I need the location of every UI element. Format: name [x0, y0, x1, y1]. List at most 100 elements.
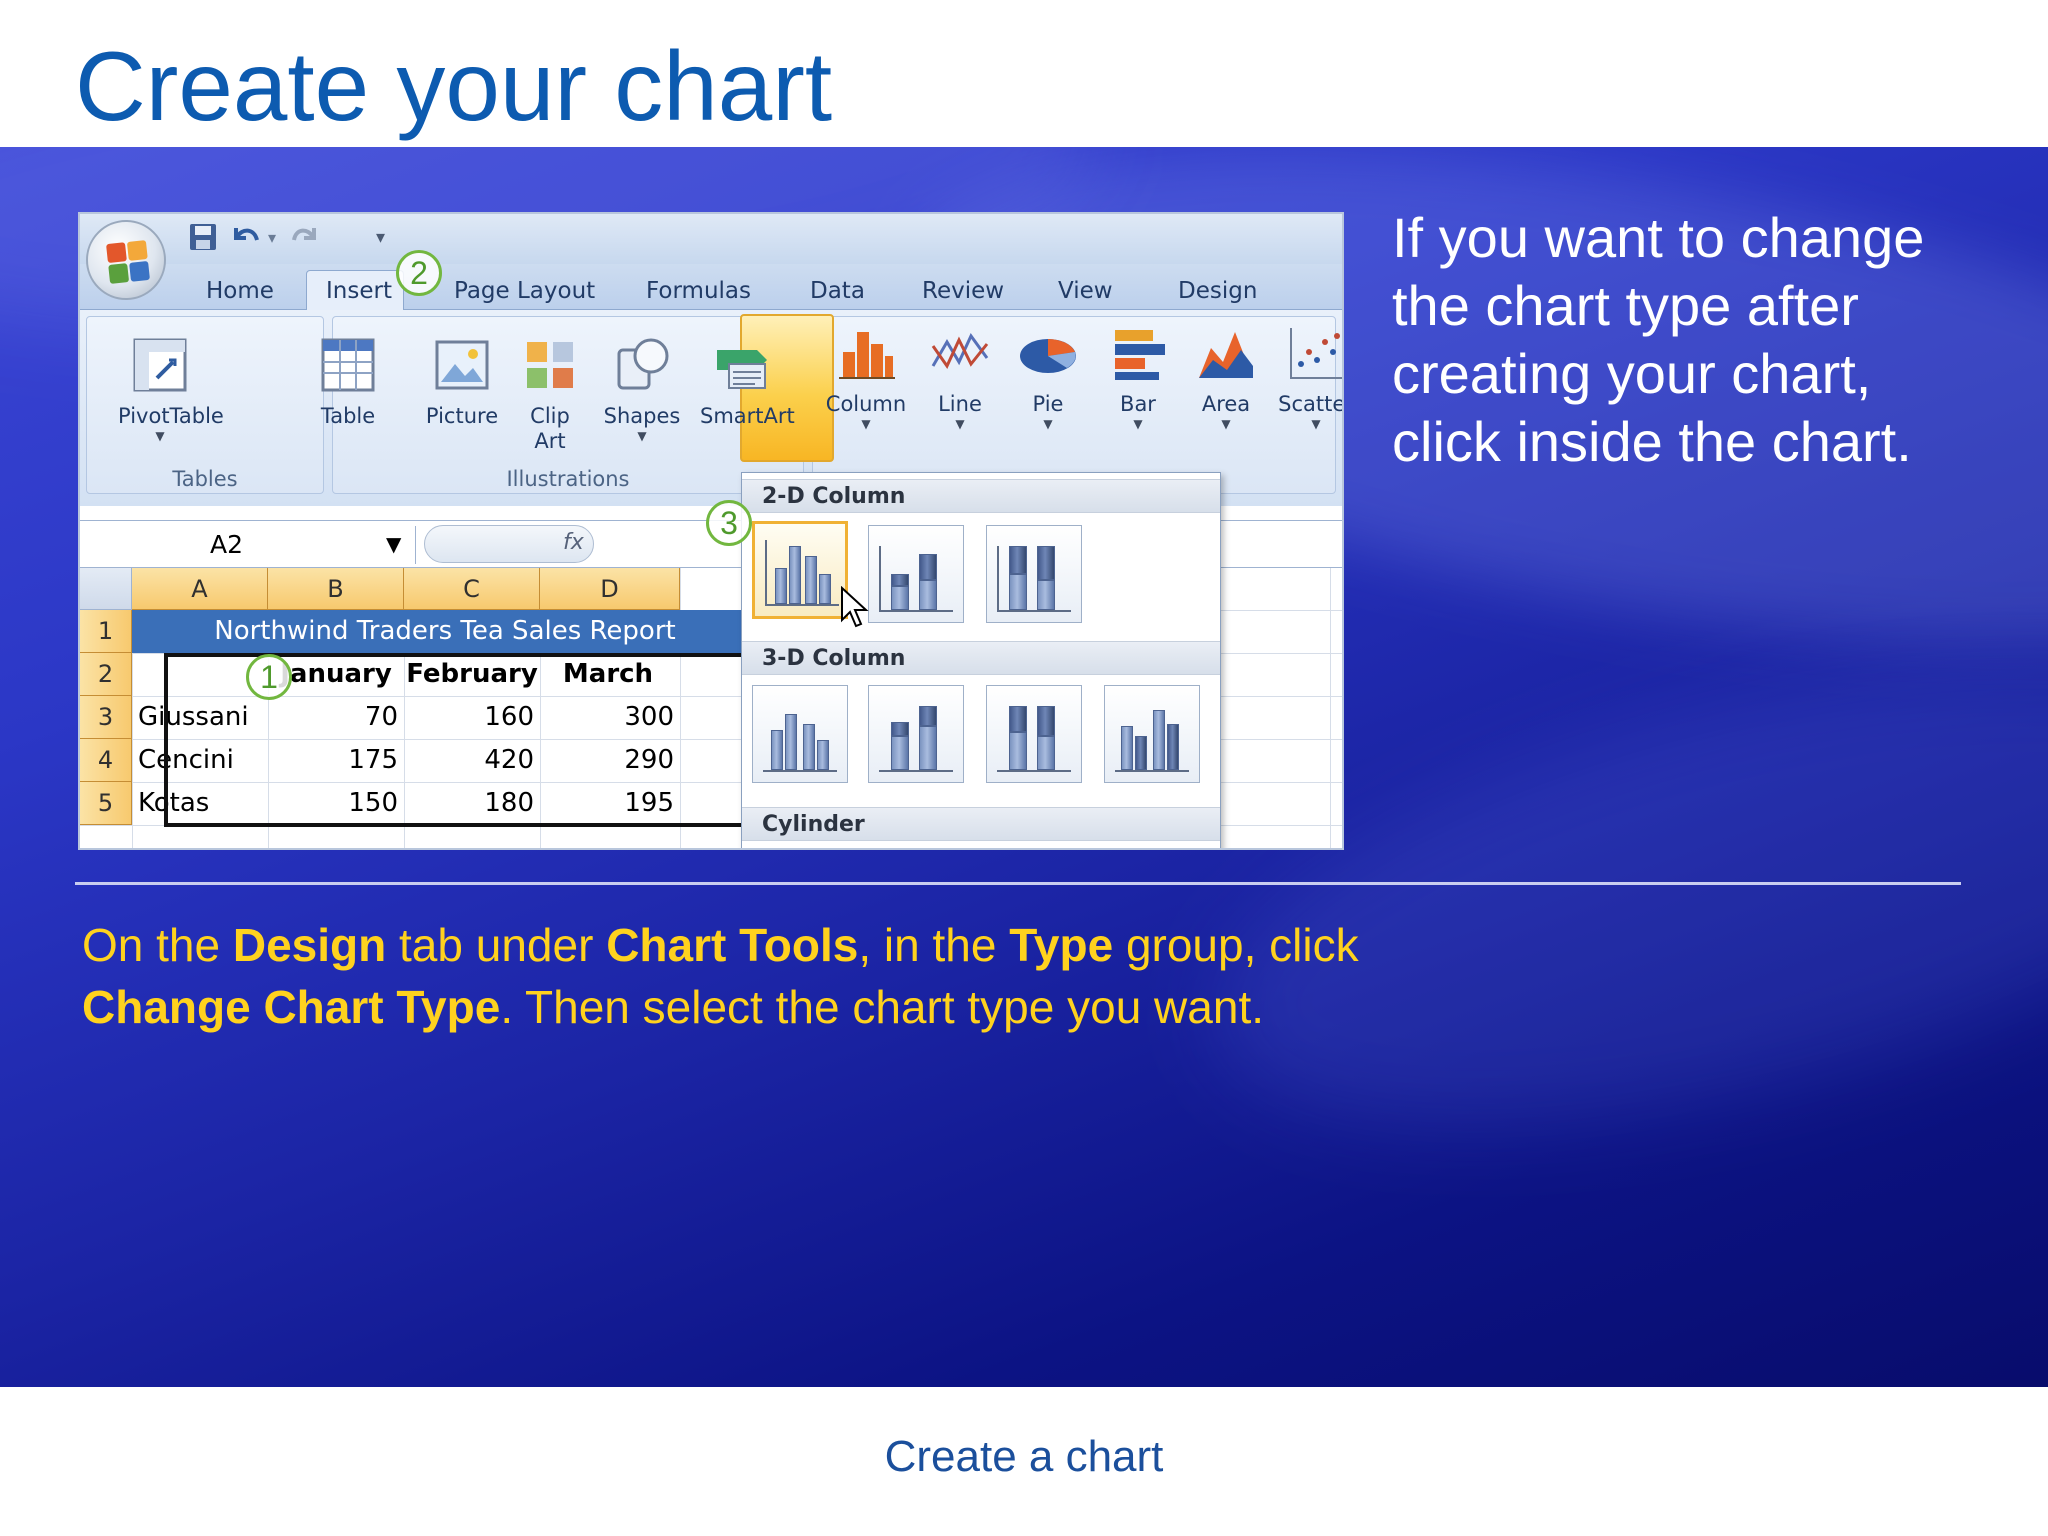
stacked-column-option[interactable]: [868, 525, 964, 623]
divider-line: [75, 882, 1961, 885]
gallery-section-cylinder: Cylinder: [742, 807, 1220, 841]
picture-button[interactable]: Picture: [420, 334, 504, 429]
bar-chart-icon: [1107, 322, 1169, 384]
instruction-text-part: , in the: [858, 919, 1010, 971]
area-chart-button[interactable]: Area ▼: [1184, 322, 1268, 431]
shapes-label: Shapes: [603, 404, 681, 428]
excel-screenshot: ▾ ▾ Home Insert Page Layout Formulas Dat…: [78, 212, 1344, 850]
shapes-arrow-icon: ▼: [637, 429, 647, 443]
column-chart-button[interactable]: Column ▼: [824, 322, 908, 431]
picture-icon: [431, 334, 493, 396]
redo-icon[interactable]: [290, 222, 320, 254]
instruction-text-part: On the: [82, 919, 233, 971]
shapes-button[interactable]: Shapes ▼: [600, 334, 684, 443]
mouse-pointer-icon: [840, 585, 870, 634]
report-title-cell[interactable]: Northwind Traders Tea Sales Report: [132, 610, 758, 653]
instruction-bold-change-chart-type: Change Chart Type: [82, 981, 501, 1033]
fx-icon[interactable]: fx: [563, 530, 584, 555]
pie-chart-icon: [1017, 322, 1079, 384]
instruction-bold-chart-tools: Chart Tools: [606, 919, 859, 971]
column-chart-arrow-icon: ▼: [861, 417, 871, 431]
scatter-chart-label: Scatter: [1278, 392, 1344, 416]
pivottable-button[interactable]: PivotTable ▼: [118, 334, 224, 443]
callout-1: 1: [246, 654, 292, 700]
instruction-text-part: group, click: [1113, 919, 1359, 971]
pie-chart-label: Pie: [1032, 392, 1064, 416]
smartart-icon: [711, 334, 773, 396]
clustered-column-option[interactable]: [752, 521, 848, 619]
column-chart-icon: [835, 322, 897, 384]
group-label-tables: Tables: [172, 467, 238, 491]
undo-dropdown-icon[interactable]: ▾: [268, 222, 276, 254]
group-label-illustrations: Illustrations: [506, 467, 630, 491]
column-header-a[interactable]: A: [132, 568, 268, 610]
clip-art-icon: [519, 334, 581, 396]
gallery-section-3d-column: 3-D Column: [742, 641, 1220, 675]
footer-title: Create a chart: [884, 1432, 1164, 1481]
3d-column-option[interactable]: [1104, 685, 1200, 783]
column-header-d[interactable]: D: [540, 568, 680, 610]
save-icon[interactable]: [188, 222, 218, 254]
instruction-text-part: tab under: [386, 919, 607, 971]
name-box[interactable]: A2 ▼: [80, 526, 416, 564]
row-header-4[interactable]: 4: [80, 739, 132, 782]
slide-title: Create your chart: [75, 31, 833, 141]
tab-data[interactable]: Data: [810, 278, 865, 304]
row-header-1[interactable]: 1: [80, 610, 132, 653]
table-label: Table: [320, 404, 376, 428]
callout-2: 2: [396, 250, 442, 296]
tab-design[interactable]: Design: [1178, 278, 1257, 304]
row-header-2[interactable]: 2: [80, 653, 132, 696]
side-note: If you want to change the chart type aft…: [1392, 206, 1925, 473]
column-header-b[interactable]: B: [268, 568, 404, 610]
area-chart-label: Area: [1201, 392, 1251, 416]
tab-view[interactable]: View: [1058, 278, 1113, 304]
select-all-corner[interactable]: [80, 568, 132, 610]
instruction-text-part: . Then select the chart type you want.: [500, 981, 1265, 1033]
bar-chart-label: Bar: [1120, 392, 1156, 416]
line-chart-arrow-icon: ▼: [955, 417, 965, 431]
smartart-button[interactable]: SmartArt: [700, 334, 795, 429]
column-header-c[interactable]: C: [404, 568, 540, 610]
clip-art-button[interactable]: Clip Art: [508, 334, 592, 454]
tab-insert[interactable]: Insert: [326, 278, 392, 304]
smartart-label: SmartArt: [700, 404, 795, 428]
line-chart-button[interactable]: Line ▼: [918, 322, 1002, 431]
name-box-arrow-icon[interactable]: ▼: [386, 532, 401, 556]
3d-100-percent-stacked-column-option[interactable]: [986, 685, 1082, 783]
scatter-chart-button[interactable]: Scatter ▼: [1274, 322, 1344, 431]
column-chart-gallery: 2-D Column 3-D Column Cylinder: [741, 472, 1221, 848]
tab-review[interactable]: Review: [922, 278, 1004, 304]
pie-chart-button[interactable]: Pie ▼: [1006, 322, 1090, 431]
picture-label: Picture: [425, 404, 499, 428]
pie-chart-arrow-icon: ▼: [1043, 417, 1053, 431]
tab-formulas[interactable]: Formulas: [646, 278, 751, 304]
office-button[interactable]: [86, 220, 166, 300]
clip-art-label: Clip Art: [530, 404, 570, 453]
office-logo-icon: [106, 240, 150, 284]
tab-page-layout[interactable]: Page Layout: [454, 278, 595, 304]
row-header-3[interactable]: 3: [80, 696, 132, 739]
bar-chart-button[interactable]: Bar ▼: [1096, 322, 1180, 431]
customize-arrow-icon[interactable]: ▾: [376, 222, 385, 254]
undo-icon[interactable]: [230, 222, 262, 254]
scatter-chart-arrow-icon: ▼: [1311, 417, 1321, 431]
name-box-value: A2: [210, 530, 244, 559]
table-button[interactable]: Table: [306, 334, 390, 429]
pivottable-label: PivotTable: [118, 404, 224, 428]
pivottable-icon: [129, 334, 191, 396]
3d-clustered-column-option[interactable]: [752, 685, 848, 783]
formula-controls: fx: [424, 525, 594, 563]
100-percent-stacked-column-option[interactable]: [986, 525, 1082, 623]
instruction-text: On the Design tab under Chart Tools, in …: [82, 914, 1372, 1038]
callout-3: 3: [706, 500, 752, 546]
row-header-5[interactable]: 5: [80, 782, 132, 825]
instruction-bold-type: Type: [1009, 919, 1114, 971]
scatter-chart-icon: [1285, 322, 1342, 384]
quick-access-toolbar: ▾ ▾: [80, 214, 1342, 264]
tab-home[interactable]: Home: [206, 278, 274, 304]
column-chart-label: Column: [825, 392, 907, 416]
3d-stacked-column-option[interactable]: [868, 685, 964, 783]
line-chart-icon: [929, 322, 991, 384]
gallery-section-2d-column: 2-D Column: [742, 479, 1220, 513]
